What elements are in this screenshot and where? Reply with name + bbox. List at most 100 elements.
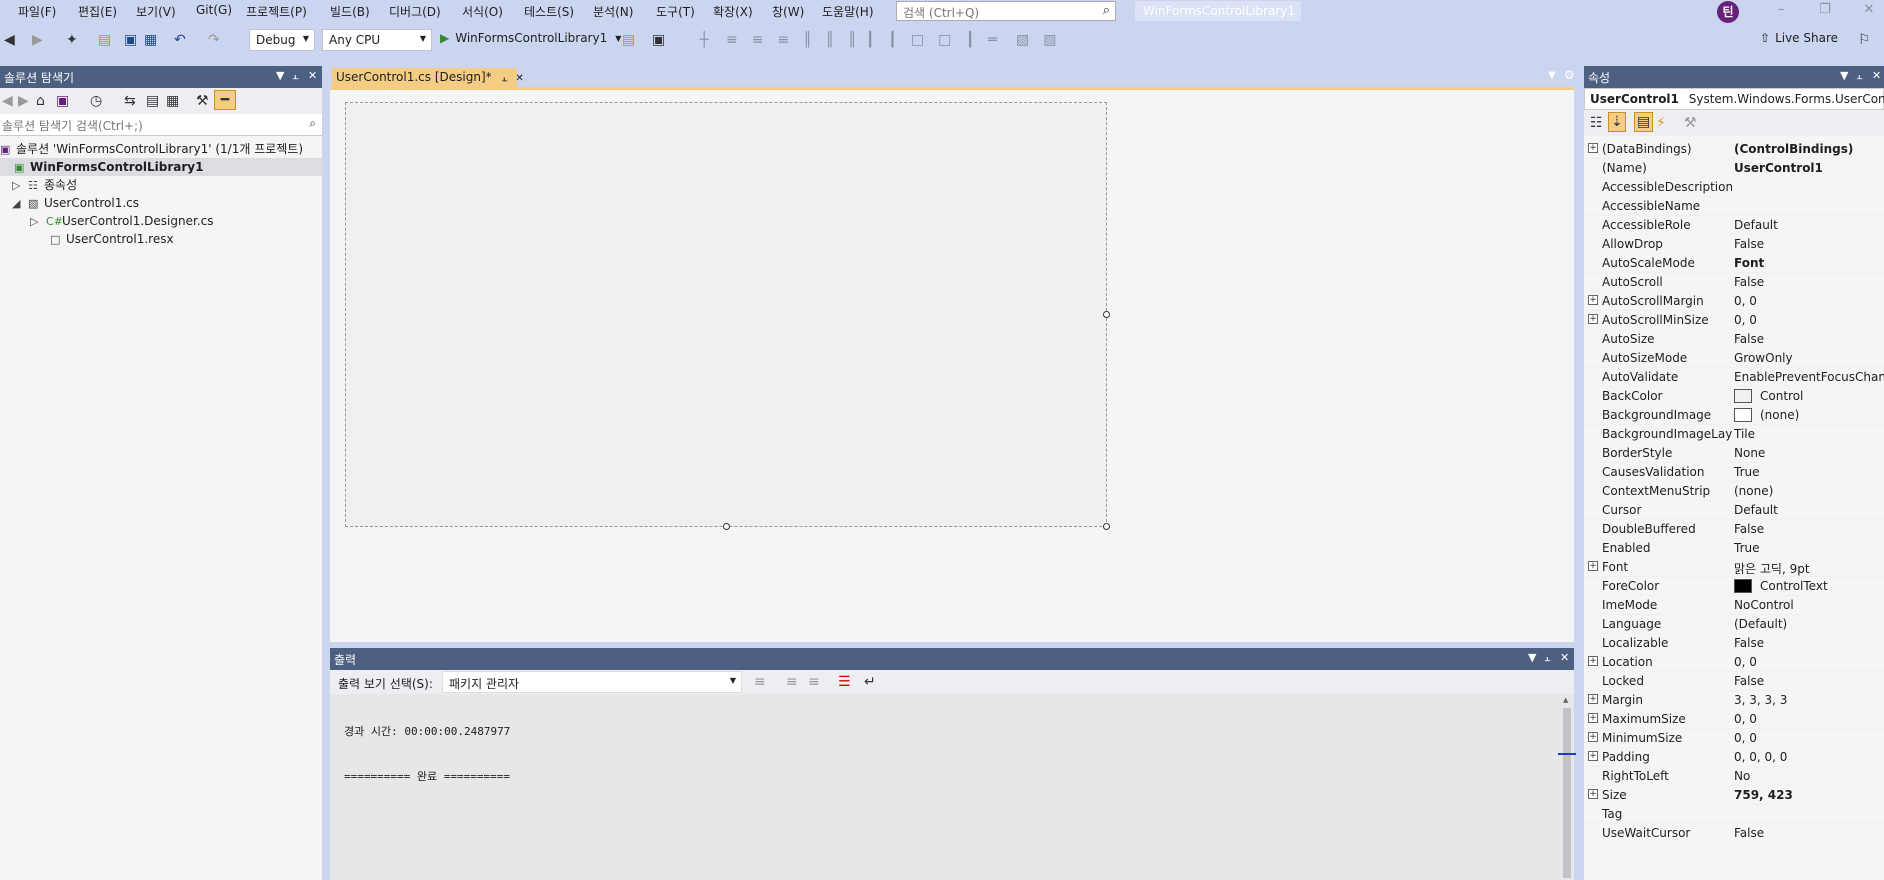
save-icon[interactable]: ▣: [124, 31, 137, 49]
pending-changes-icon[interactable]: ◷: [90, 92, 102, 110]
property-value[interactable]: 0, 0, 0, 0: [1734, 750, 1884, 764]
property-value[interactable]: False: [1734, 826, 1884, 840]
property-row[interactable]: Language (Default): [1584, 615, 1884, 634]
property-row[interactable]: Enabled True: [1584, 539, 1884, 558]
property-value[interactable]: False: [1734, 522, 1884, 536]
property-value[interactable]: True: [1734, 465, 1884, 479]
expand-arrow-icon[interactable]: ▷: [12, 177, 28, 195]
open-folder-icon[interactable]: ▤: [98, 31, 111, 49]
property-row[interactable]: Locked False: [1584, 672, 1884, 691]
prev-message-icon[interactable]: ≡: [786, 673, 798, 691]
property-value[interactable]: 3, 3, 3, 3: [1734, 693, 1884, 707]
menu-item[interactable]: 창(W): [772, 3, 804, 20]
menu-item[interactable]: 프로젝트(P): [246, 3, 307, 20]
menu-item[interactable]: 도구(T): [656, 3, 695, 20]
pin-tab-icon[interactable]: ⫠: [501, 73, 507, 84]
platform-select[interactable]: Any CPU ▼: [322, 29, 432, 51]
output-scrollbar[interactable]: ▲: [1560, 694, 1574, 880]
next-message-icon[interactable]: ≡: [808, 673, 820, 691]
panel-menu-icon[interactable]: ▼: [276, 69, 284, 82]
tree-item-project[interactable]: ▣ WinFormsControlLibrary1: [0, 158, 322, 176]
show-all-files-icon[interactable]: ▦: [166, 92, 179, 110]
property-value[interactable]: Font: [1734, 256, 1884, 270]
resize-handle-corner[interactable]: [1103, 523, 1110, 530]
expand-plus-icon[interactable]: +: [1588, 143, 1598, 153]
find-message-icon[interactable]: ≡: [754, 673, 766, 691]
property-value[interactable]: False: [1734, 636, 1884, 650]
property-pages-icon[interactable]: ⚒: [1684, 114, 1697, 132]
output-text-area[interactable]: [330, 694, 1560, 880]
property-value[interactable]: 맑은 고딕, 9pt: [1734, 560, 1884, 577]
property-value[interactable]: EnablePreventFocusChange: [1734, 370, 1884, 384]
find-in-files-icon[interactable]: ▤: [622, 31, 635, 49]
panel-menu-icon[interactable]: ▼: [1528, 651, 1536, 664]
expand-plus-icon[interactable]: +: [1588, 694, 1598, 704]
property-value[interactable]: No: [1734, 769, 1884, 783]
menu-item[interactable]: Git(G): [196, 3, 232, 17]
undo-icon[interactable]: ↶: [174, 31, 186, 49]
property-row[interactable]: AutoSize False: [1584, 330, 1884, 349]
menu-item[interactable]: 빌드(B): [330, 3, 370, 20]
expand-plus-icon[interactable]: +: [1588, 314, 1598, 324]
property-value[interactable]: (none): [1734, 408, 1884, 422]
tree-item-resx[interactable]: □ UserControl1.resx: [0, 230, 174, 248]
tree-item-solution[interactable]: ▣ 솔루션 'WinFormsControlLibrary1' (1/1개 프로젝…: [0, 140, 303, 158]
sync-icon[interactable]: ⇆: [124, 92, 136, 110]
expand-arrow-icon[interactable]: ▷: [30, 213, 46, 231]
expand-plus-icon[interactable]: +: [1588, 751, 1598, 761]
property-row[interactable]: UseWaitCursor False: [1584, 824, 1884, 843]
property-value[interactable]: False: [1734, 237, 1884, 251]
close-window-icon[interactable]: ✕: [1856, 2, 1882, 20]
usercontrol-canvas[interactable]: [345, 102, 1110, 530]
live-share-button[interactable]: ⇧ Live Share: [1760, 31, 1838, 45]
property-row[interactable]: ForeColor ControlText: [1584, 577, 1884, 596]
user-avatar[interactable]: 틴: [1717, 1, 1739, 23]
menu-item[interactable]: 편집(E): [78, 3, 117, 20]
property-row[interactable]: AccessibleName: [1584, 197, 1884, 216]
property-row[interactable]: + (DataBindings) (ControlBindings): [1584, 140, 1884, 159]
tree-item-dependencies[interactable]: ▷ ☷ 종속성: [0, 176, 77, 194]
property-row[interactable]: + MinimumSize 0, 0: [1584, 729, 1884, 748]
nav-forward-icon[interactable]: ▶: [18, 92, 29, 110]
restore-icon[interactable]: ❐: [1812, 2, 1838, 20]
property-row[interactable]: (Name) UserControl1: [1584, 159, 1884, 178]
forward-icon[interactable]: ▶: [32, 31, 43, 49]
menu-item[interactable]: 보기(V): [136, 3, 176, 20]
solution-search-input[interactable]: 솔루션 탐색기 검색(Ctrl+;) ⌕: [0, 114, 322, 136]
redo-icon[interactable]: ↷: [208, 31, 220, 49]
property-value[interactable]: (none): [1734, 484, 1884, 498]
panel-close-icon[interactable]: ✕: [1872, 69, 1881, 82]
property-value[interactable]: Control: [1734, 389, 1884, 403]
close-tab-icon[interactable]: ✕: [515, 73, 523, 84]
property-value[interactable]: None: [1734, 446, 1884, 460]
switch-views-icon[interactable]: ▣: [56, 92, 69, 110]
properties-wrench-icon[interactable]: ⚒: [196, 92, 209, 110]
property-row[interactable]: AutoSizeMode GrowOnly: [1584, 349, 1884, 368]
property-row[interactable]: + AutoScrollMargin 0, 0: [1584, 292, 1884, 311]
scroll-up-icon[interactable]: ▲: [1563, 696, 1568, 704]
tab-dropdown-icon[interactable]: ▼: [1548, 70, 1556, 81]
menu-item[interactable]: 서식(O): [462, 3, 503, 20]
menu-item[interactable]: 테스트(S): [524, 3, 574, 20]
scrollbar-thumb[interactable]: [1563, 708, 1571, 878]
property-row[interactable]: + Padding 0, 0, 0, 0: [1584, 748, 1884, 767]
resize-handle-bottom[interactable]: [723, 523, 730, 530]
expand-plus-icon[interactable]: +: [1588, 713, 1598, 723]
screenshot-icon[interactable]: ▣: [652, 31, 665, 49]
menu-item[interactable]: 디버그(D): [389, 3, 441, 20]
object-selector[interactable]: UserControl1 System.Windows.Forms.UserCo…: [1584, 88, 1884, 110]
property-row[interactable]: DoubleBuffered False: [1584, 520, 1884, 539]
property-value[interactable]: Default: [1734, 218, 1884, 232]
pin-icon[interactable]: ⫠: [292, 69, 299, 83]
property-row[interactable]: + AutoScrollMinSize 0, 0: [1584, 311, 1884, 330]
tab-usercontrol-design[interactable]: UserControl1.cs [Design]* ⫠ ✕: [332, 68, 524, 88]
expand-plus-icon[interactable]: +: [1588, 295, 1598, 305]
property-row[interactable]: Localizable False: [1584, 634, 1884, 653]
minimize-icon[interactable]: –: [1768, 2, 1794, 20]
property-value[interactable]: 0, 0: [1734, 655, 1884, 669]
tree-item-usercontrol[interactable]: ◢ ▧ UserControl1.cs: [0, 194, 139, 212]
tree-item-designer-cs[interactable]: ▷ C#UserControl1.Designer.cs: [0, 212, 214, 230]
expand-plus-icon[interactable]: +: [1588, 561, 1598, 571]
property-row[interactable]: + Font 맑은 고딕, 9pt: [1584, 558, 1884, 577]
property-row[interactable]: AccessibleRole Default: [1584, 216, 1884, 235]
